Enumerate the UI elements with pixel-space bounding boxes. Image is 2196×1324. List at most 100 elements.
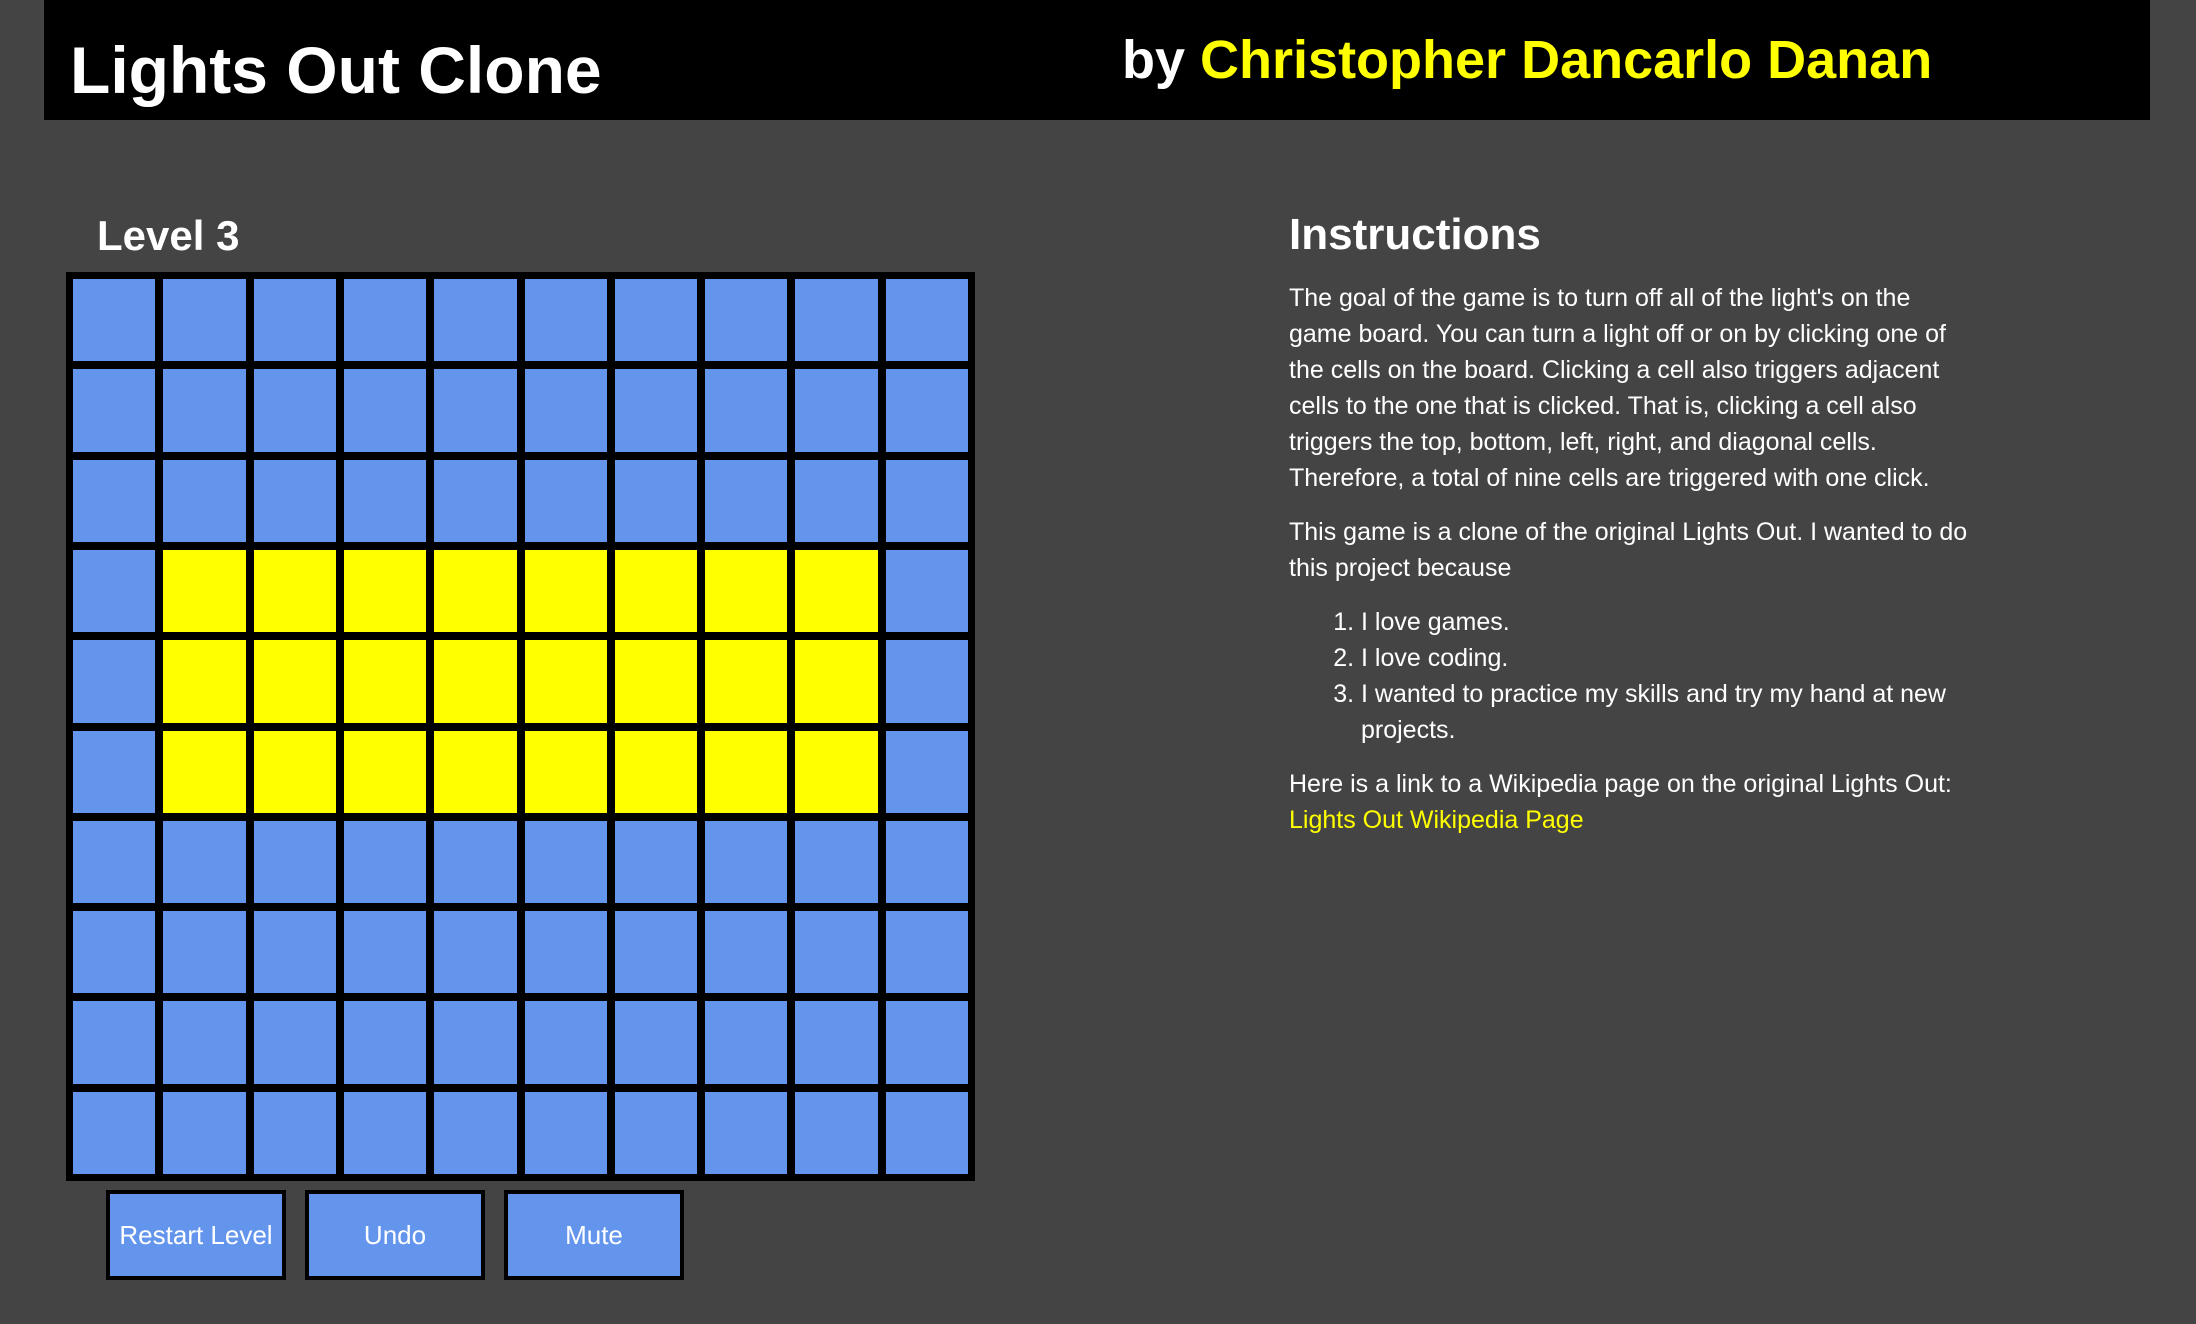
board-cell[interactable] bbox=[614, 730, 698, 813]
board-cell[interactable] bbox=[434, 730, 517, 813]
board-cell[interactable] bbox=[73, 640, 156, 723]
board-cell[interactable] bbox=[795, 1091, 878, 1174]
board-cell[interactable] bbox=[524, 730, 607, 813]
board-cell[interactable] bbox=[343, 1001, 427, 1084]
board-cell[interactable] bbox=[73, 820, 156, 904]
board-cell[interactable] bbox=[343, 459, 427, 542]
board-cell[interactable] bbox=[73, 369, 156, 452]
board-cell[interactable] bbox=[434, 369, 517, 452]
board-cell[interactable] bbox=[163, 279, 246, 362]
board-cell[interactable] bbox=[163, 640, 246, 723]
board-cell[interactable] bbox=[795, 549, 878, 633]
board-cell[interactable] bbox=[163, 1091, 246, 1174]
board-cell[interactable] bbox=[705, 1091, 788, 1174]
board-cell[interactable] bbox=[795, 279, 878, 362]
board-cell[interactable] bbox=[434, 459, 517, 542]
board-cell[interactable] bbox=[434, 549, 517, 633]
board-cell[interactable] bbox=[705, 369, 788, 452]
board-cell[interactable] bbox=[73, 911, 156, 994]
board-cell[interactable] bbox=[524, 459, 607, 542]
restart-level-button[interactable]: Restart Level bbox=[106, 1190, 286, 1280]
board-cell[interactable] bbox=[434, 279, 517, 362]
board-cell[interactable] bbox=[343, 549, 427, 633]
board-cell[interactable] bbox=[524, 369, 607, 452]
board-cell[interactable] bbox=[524, 911, 607, 994]
board-cell[interactable] bbox=[795, 459, 878, 542]
board-cell[interactable] bbox=[885, 549, 968, 633]
board-cell[interactable] bbox=[73, 459, 156, 542]
board-cell[interactable] bbox=[795, 369, 878, 452]
board-cell[interactable] bbox=[343, 1091, 427, 1174]
board-cell[interactable] bbox=[614, 1001, 698, 1084]
board-cell[interactable] bbox=[795, 911, 878, 994]
board-cell[interactable] bbox=[253, 820, 336, 904]
board-cell[interactable] bbox=[253, 640, 336, 723]
board-cell[interactable] bbox=[885, 730, 968, 813]
board-cell[interactable] bbox=[885, 911, 968, 994]
board-cell[interactable] bbox=[253, 730, 336, 813]
board-cell[interactable] bbox=[705, 549, 788, 633]
board-cell[interactable] bbox=[434, 911, 517, 994]
board-cell[interactable] bbox=[163, 1001, 246, 1084]
board-cell[interactable] bbox=[614, 369, 698, 452]
board-cell[interactable] bbox=[614, 640, 698, 723]
board-cell[interactable] bbox=[885, 369, 968, 452]
board-cell[interactable] bbox=[705, 459, 788, 542]
board-cell[interactable] bbox=[614, 549, 698, 633]
board-cell[interactable] bbox=[885, 1091, 968, 1174]
board-cell[interactable] bbox=[524, 1091, 607, 1174]
board-cell[interactable] bbox=[885, 640, 968, 723]
board-cell[interactable] bbox=[253, 459, 336, 542]
board-cell[interactable] bbox=[705, 279, 788, 362]
board-cell[interactable] bbox=[163, 549, 246, 633]
board-cell[interactable] bbox=[253, 1091, 336, 1174]
board-cell[interactable] bbox=[343, 640, 427, 723]
board-cell[interactable] bbox=[73, 1001, 156, 1084]
board-cell[interactable] bbox=[343, 820, 427, 904]
board-cell[interactable] bbox=[524, 279, 607, 362]
board-cell[interactable] bbox=[163, 820, 246, 904]
board-cell[interactable] bbox=[705, 820, 788, 904]
board-cell[interactable] bbox=[434, 1001, 517, 1084]
board-cell[interactable] bbox=[614, 279, 698, 362]
board-cell[interactable] bbox=[434, 820, 517, 904]
board-cell[interactable] bbox=[343, 730, 427, 813]
board-cell[interactable] bbox=[73, 730, 156, 813]
board-cell[interactable] bbox=[614, 911, 698, 994]
board-cell[interactable] bbox=[885, 279, 968, 362]
board-cell[interactable] bbox=[73, 1091, 156, 1174]
board-cell[interactable] bbox=[524, 640, 607, 723]
board-cell[interactable] bbox=[705, 640, 788, 723]
undo-button[interactable]: Undo bbox=[305, 1190, 485, 1280]
board-cell[interactable] bbox=[163, 911, 246, 994]
board-cell[interactable] bbox=[343, 279, 427, 362]
board-cell[interactable] bbox=[885, 1001, 968, 1084]
mute-button[interactable]: Mute bbox=[504, 1190, 684, 1280]
board-cell[interactable] bbox=[434, 1091, 517, 1174]
board-cell[interactable] bbox=[73, 279, 156, 362]
board-cell[interactable] bbox=[253, 911, 336, 994]
board-cell[interactable] bbox=[795, 1001, 878, 1084]
board-cell[interactable] bbox=[434, 640, 517, 723]
board-cell[interactable] bbox=[614, 1091, 698, 1174]
board-cell[interactable] bbox=[614, 820, 698, 904]
board-cell[interactable] bbox=[524, 820, 607, 904]
board-cell[interactable] bbox=[795, 820, 878, 904]
board-cell[interactable] bbox=[73, 549, 156, 633]
board-cell[interactable] bbox=[343, 911, 427, 994]
board-cell[interactable] bbox=[253, 279, 336, 362]
board-cell[interactable] bbox=[705, 911, 788, 994]
board-cell[interactable] bbox=[524, 1001, 607, 1084]
board-cell[interactable] bbox=[885, 459, 968, 542]
board-cell[interactable] bbox=[163, 730, 246, 813]
board-cell[interactable] bbox=[163, 369, 246, 452]
board-cell[interactable] bbox=[253, 1001, 336, 1084]
board-cell[interactable] bbox=[343, 369, 427, 452]
board-cell[interactable] bbox=[253, 369, 336, 452]
board-cell[interactable] bbox=[885, 820, 968, 904]
wikipedia-link[interactable]: Lights Out Wikipedia Page bbox=[1289, 806, 1584, 834]
board-cell[interactable] bbox=[795, 730, 878, 813]
board-cell[interactable] bbox=[795, 640, 878, 723]
board-cell[interactable] bbox=[253, 549, 336, 633]
board-cell[interactable] bbox=[705, 730, 788, 813]
